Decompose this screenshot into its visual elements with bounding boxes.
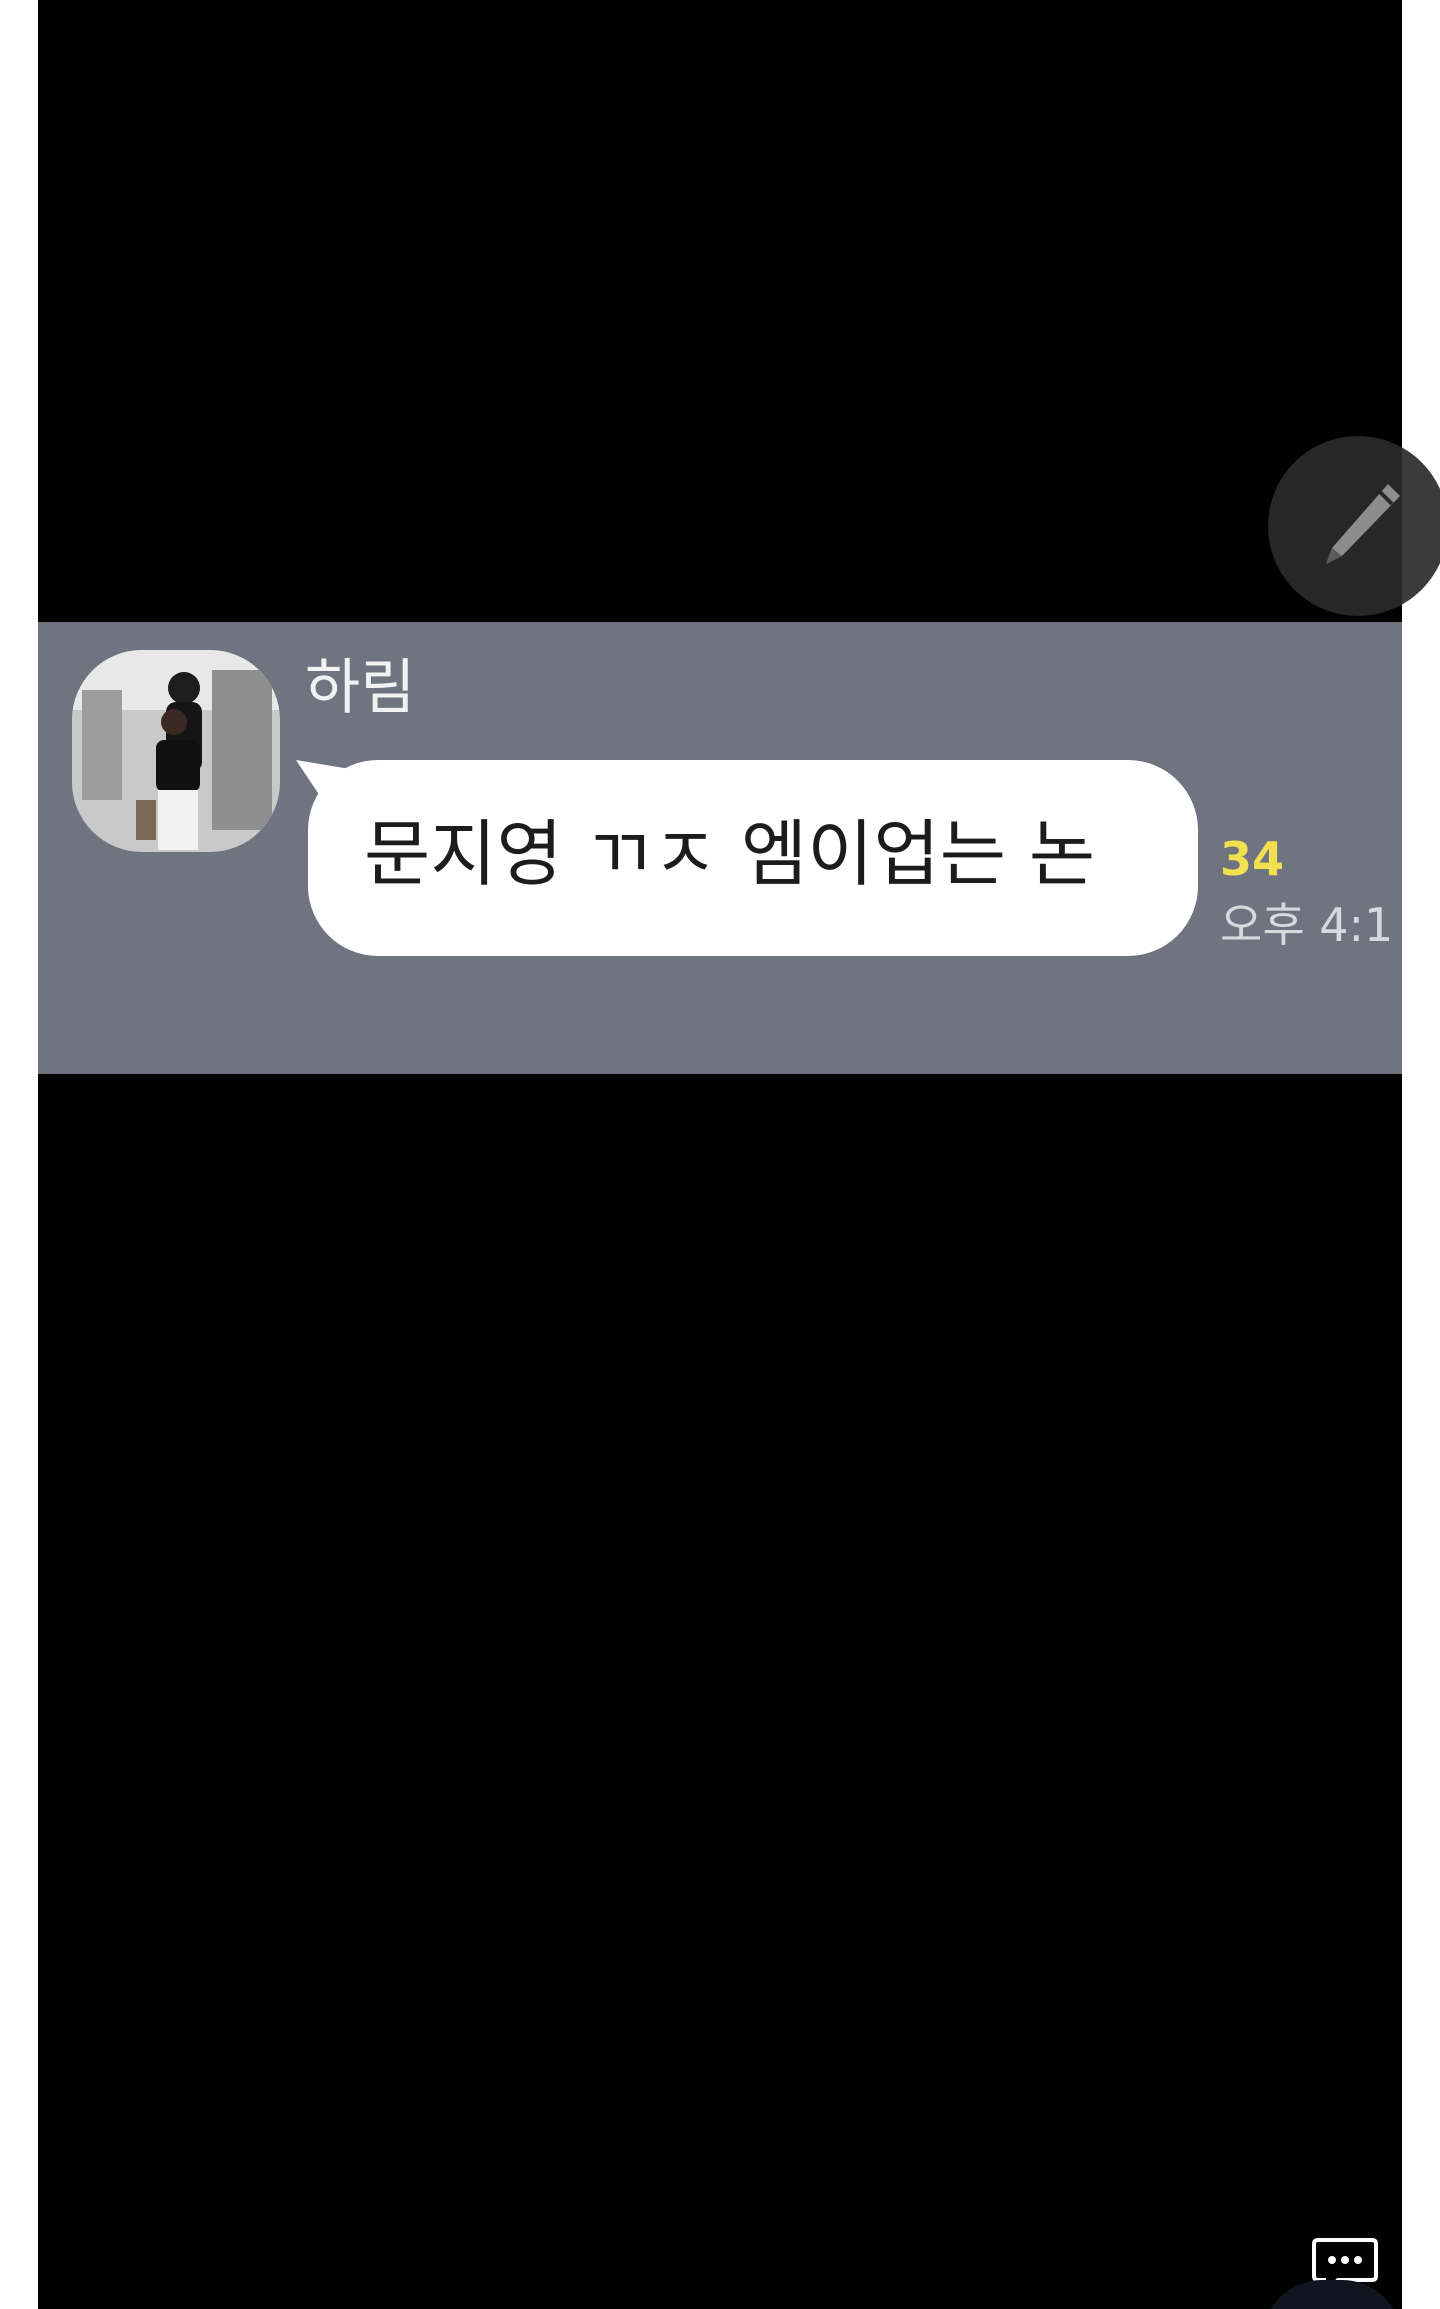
timestamp-container: 오후 4:1 [1220,890,1402,960]
pencil-icon [1326,484,1400,564]
avatar[interactable] [72,650,280,852]
screenshot-page: 하림 문지영 ㄲㅈ 엠이업는 논 34 오후 4:1 [0,0,1440,2309]
profile-photo-icon [72,650,280,852]
unread-count-badge: 34 [1220,832,1285,886]
media-frame [38,0,1402,2309]
message-text: 문지영 ㄲㅈ 엠이업는 논 [364,812,1096,896]
message-timestamp: 오후 4:1 [1220,898,1394,952]
sender-name: 하림 [305,653,416,723]
